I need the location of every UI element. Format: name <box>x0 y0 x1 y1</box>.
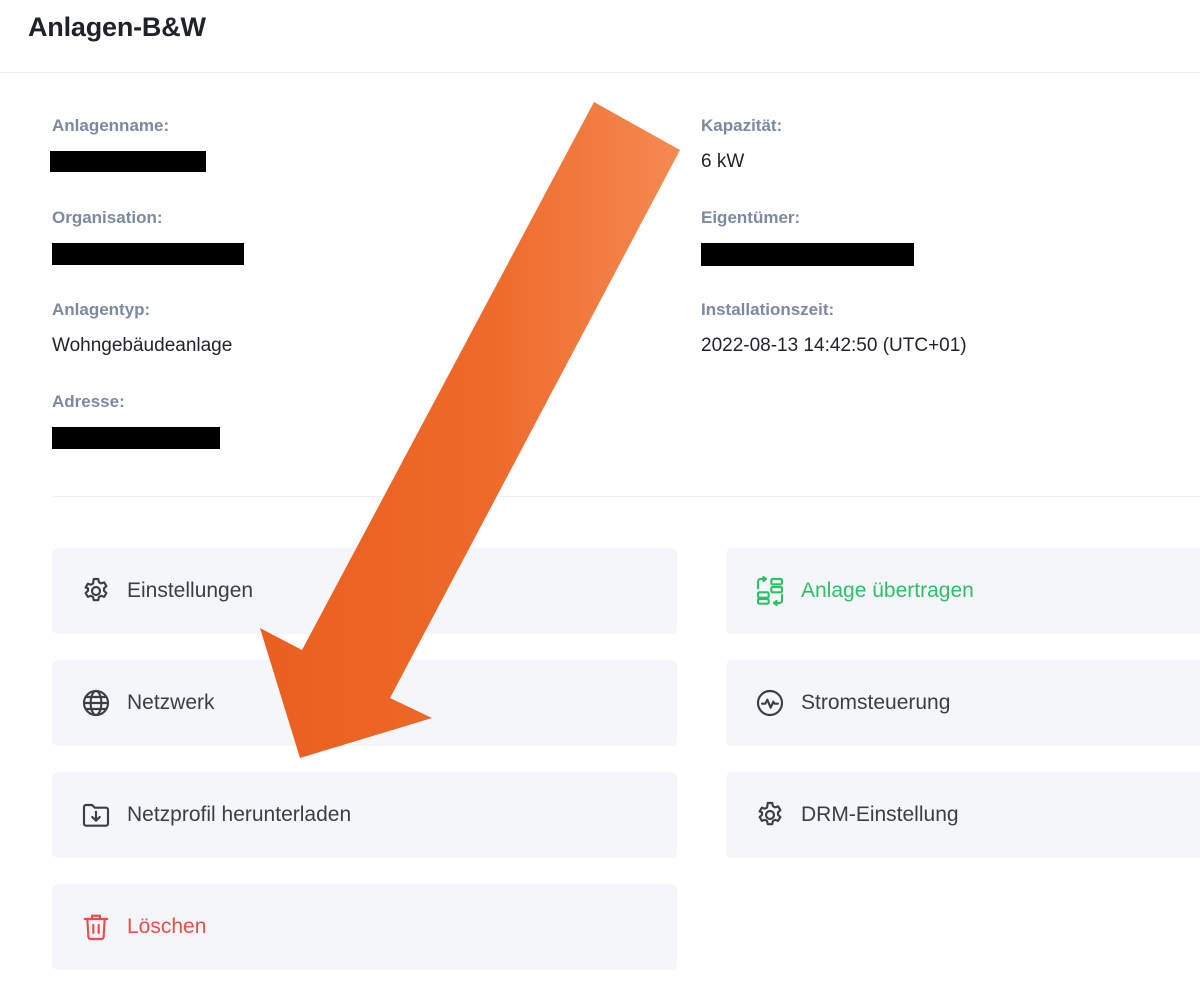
folder-download-icon <box>80 799 112 831</box>
globe-icon <box>80 687 112 719</box>
settings-button[interactable]: Einstellungen <box>52 548 677 634</box>
plant-type-label: Anlagentyp: <box>52 300 151 319</box>
pulse-icon <box>754 687 786 719</box>
transfer-plant-label: Anlage übertragen <box>801 579 974 602</box>
info-column-right: Kapazität: 6 kW Eigentümer: Installation… <box>701 116 1181 392</box>
field-install-time: Installationszeit: 2022-08-13 14:42:50 (… <box>701 300 1181 392</box>
gear-icon <box>754 799 786 831</box>
field-capacity: Kapazität: 6 kW <box>701 116 1181 208</box>
plant-name-label: Anlagenname: <box>52 116 170 135</box>
drm-setting-label: DRM-Einstellung <box>801 803 959 826</box>
organisation-label: Organisation: <box>52 208 163 227</box>
power-control-label: Stromsteuerung <box>801 691 951 714</box>
capacity-value: 6 kW <box>701 151 745 172</box>
redaction-bar <box>701 243 914 266</box>
redaction-bar <box>52 427 220 449</box>
trash-icon <box>80 911 112 943</box>
redaction-bar <box>52 243 244 265</box>
capacity-label: Kapazität: <box>701 116 783 135</box>
plant-type-value: Wohngebäudeanlage <box>52 335 233 356</box>
field-plant-type: Anlagentyp: Wohngebäudeanlage <box>52 300 652 392</box>
owner-label: Eigentümer: <box>701 208 801 227</box>
download-grid-profile-label: Netzprofil herunterladen <box>127 803 352 826</box>
install-time-label: Installationszeit: <box>701 300 835 319</box>
drm-setting-button[interactable]: DRM-Einstellung <box>726 772 1200 858</box>
section-divider <box>52 496 1200 497</box>
power-control-button[interactable]: Stromsteuerung <box>726 660 1200 746</box>
transfer-plant-button[interactable]: Anlage übertragen <box>726 548 1200 634</box>
delete-label: Löschen <box>127 915 207 938</box>
info-column-left: Anlagenname: Organisation: Anlagentyp: W… <box>50 116 652 484</box>
page-title: Anlagen-B&W <box>28 12 206 42</box>
install-time-value: 2022-08-13 14:42:50 (UTC+01) <box>701 335 967 356</box>
page-header: Anlagen-B&W <box>0 0 1200 73</box>
redaction-bar <box>50 151 206 172</box>
field-plant-name: Anlagenname: <box>50 116 652 208</box>
network-button[interactable]: Netzwerk <box>52 660 677 746</box>
field-owner: Eigentümer: <box>701 208 1181 300</box>
address-label: Adresse: <box>52 392 125 411</box>
transfer-icon <box>754 575 786 607</box>
field-organisation: Organisation: <box>52 208 652 300</box>
network-label: Netzwerk <box>127 691 215 714</box>
settings-label: Einstellungen <box>127 579 254 602</box>
field-address: Adresse: <box>52 392 652 484</box>
gear-icon <box>80 575 112 607</box>
download-grid-profile-button[interactable]: Netzprofil herunterladen <box>52 772 677 858</box>
delete-button[interactable]: Löschen <box>52 884 677 970</box>
